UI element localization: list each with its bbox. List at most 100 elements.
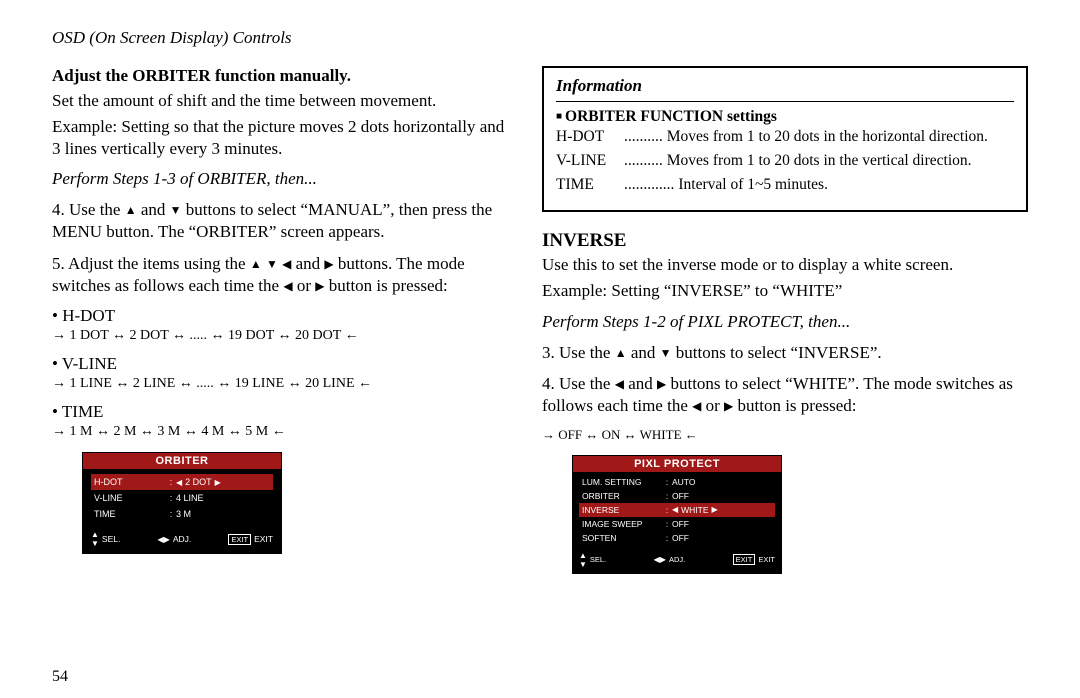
right-arrow-icon	[724, 398, 733, 413]
down-arrow-icon	[660, 345, 672, 360]
footer-adj: ADJ.	[173, 534, 191, 544]
osd-value-text: 2 DOT	[185, 477, 212, 487]
osd-row-label: ORBITER	[582, 491, 662, 501]
info-row: TIME.............Interval of 1~5 minutes…	[556, 176, 1014, 194]
exit-icon: EXIT	[228, 534, 251, 545]
colon: :	[662, 477, 672, 487]
osd-pixl-footer: ▲▼SEL. ◀▶ADJ. EXITEXIT	[573, 547, 781, 573]
step4-text-a: 4. Use the	[52, 200, 125, 219]
left-arrow-icon	[692, 398, 701, 413]
osd-value-text: 4 LINE	[176, 493, 204, 503]
left-arrow-icon: ◀	[672, 505, 678, 514]
colon: :	[166, 509, 176, 519]
osd-pixlprotect-menu: PIXL PROTECT LUM. SETTING:AUTOORBITER:OF…	[572, 455, 782, 574]
step-4: 4. Use the and buttons to select “MANUAL…	[52, 199, 512, 243]
inverse-title: INVERSE	[542, 230, 1028, 252]
colon: :	[166, 477, 176, 487]
osd-value-text: AUTO	[672, 477, 695, 487]
osd-pixl-body: LUM. SETTING:AUTOORBITER:OFFINVERSE:◀WHI…	[573, 472, 781, 547]
osd-row-value: 3 M	[176, 509, 270, 519]
up-arrow-icon	[125, 202, 137, 217]
r-step4b: and	[624, 374, 657, 393]
perform-instruction-2: Perform Steps 1-2 of PIXL PROTECT, then.…	[542, 312, 1028, 332]
osd-row-value: ◀2 DOT▶	[176, 477, 270, 487]
inverse-cycle: → OFF ↔ ON ↔ WHITE ←	[542, 427, 1028, 443]
osd-value-text: WHITE	[681, 505, 708, 515]
updown-arrows-icon: ▲▼	[91, 530, 99, 548]
r-step4a: 4. Use the	[542, 374, 615, 393]
osd-row-label: IMAGE SWEEP	[582, 519, 662, 529]
info-rows: H-DOT..........Moves from 1 to 20 dots i…	[556, 128, 1014, 194]
osd-row-value: ◀WHITE▶	[672, 505, 772, 515]
r-step3b: and	[627, 343, 660, 362]
osd-row-label: LUM. SETTING	[582, 477, 662, 487]
info-row: V-LINE..........Moves from 1 to 20 dots …	[556, 152, 1014, 170]
time-label: • TIME	[52, 402, 512, 422]
left-column: Adjust the ORBITER function manually. Se…	[52, 66, 512, 574]
inverse-p1: Use this to set the inverse mode or to d…	[542, 254, 1028, 276]
two-columns: Adjust the ORBITER function manually. Se…	[52, 66, 1028, 574]
info-head: Information	[556, 76, 1014, 102]
info-row-dots: ..........	[624, 152, 663, 170]
info-row-label: TIME	[556, 176, 624, 194]
left-arrow-icon: ◀	[176, 478, 182, 487]
vline-label: • V-LINE	[52, 354, 512, 374]
hdot-cycle: → 1 DOT ↔ 2 DOT ↔ ..... ↔ 19 DOT ↔ 20 DO…	[52, 328, 512, 344]
osd-value-text: OFF	[672, 491, 689, 501]
colon: :	[662, 491, 672, 501]
bullet-time: • TIME → 1 M ↔ 2 M ↔ 3 M ↔ 4 M ↔ 5 M ←	[52, 402, 512, 440]
info-row-label: H-DOT	[556, 128, 624, 146]
osd-orbiter-menu: ORBITER H-DOT:◀2 DOT▶V-LINE:4 LINETIME:3…	[82, 452, 282, 554]
left-arrow-icon	[282, 256, 291, 271]
page-number: 54	[52, 668, 68, 686]
left-arrow-icon	[283, 278, 292, 293]
osd-value-text: OFF	[672, 519, 689, 529]
vline-cycle: → 1 LINE ↔ 2 LINE ↔ ..... ↔ 19 LINE ↔ 20…	[52, 376, 512, 392]
up-arrow-icon	[615, 345, 627, 360]
colon: :	[166, 493, 176, 503]
osd-row-label: V-LINE	[94, 493, 166, 503]
down-arrow-icon	[170, 202, 182, 217]
osd-orbiter-body: H-DOT:◀2 DOT▶V-LINE:4 LINETIME:3 M	[83, 469, 281, 525]
osd-row-value: OFF	[672, 519, 772, 529]
colon: :	[662, 505, 672, 515]
footer-adj: ADJ.	[669, 555, 685, 564]
osd-orbiter-footer: ▲▼SEL. ◀▶ADJ. EXITEXIT	[83, 525, 281, 553]
osd-row-value: AUTO	[672, 477, 772, 487]
exit-icon: EXIT	[733, 554, 756, 565]
info-row-dots: .............	[624, 176, 674, 194]
osd-row: ORBITER:OFF	[579, 489, 775, 503]
info-settings-title: ■ORBITER FUNCTION settings	[556, 108, 1014, 126]
info-row-desc: Interval of 1~5 minutes.	[678, 176, 1014, 194]
information-box: Information ■ORBITER FUNCTION settings H…	[542, 66, 1028, 212]
updown-arrows-icon: ▲▼	[579, 551, 587, 569]
right-arrow-icon	[657, 376, 666, 391]
step4-text-b: and	[137, 200, 170, 219]
square-bullet-icon: ■	[556, 111, 562, 122]
osd-orbiter-title: ORBITER	[83, 453, 281, 469]
r-step3a: 3. Use the	[542, 343, 615, 362]
info-row-desc: Moves from 1 to 20 dots in the vertical …	[667, 152, 1014, 170]
intro-2: Example: Setting so that the picture mov…	[52, 116, 512, 160]
bullet-vline: • V-LINE → 1 LINE ↔ 2 LINE ↔ ..... ↔ 19 …	[52, 354, 512, 392]
down-arrow-icon	[266, 256, 278, 271]
colon: :	[662, 533, 672, 543]
osd-row-label: SOFTEN	[582, 533, 662, 543]
hdot-label: • H-DOT	[52, 306, 512, 326]
up-arrow-icon	[250, 256, 262, 271]
info-row-label: V-LINE	[556, 152, 624, 170]
osd-row: V-LINE:4 LINE	[91, 490, 273, 506]
osd-row-label: INVERSE	[582, 505, 662, 515]
osd-row: IMAGE SWEEP:OFF	[579, 517, 775, 531]
step5-text-e: button is pressed:	[324, 276, 447, 295]
osd-row: H-DOT:◀2 DOT▶	[91, 474, 273, 490]
intro-1: Set the amount of shift and the time bet…	[52, 90, 512, 112]
osd-row-value: 4 LINE	[176, 493, 270, 503]
r-step4e: button is pressed:	[733, 396, 856, 415]
page-header: OSD (On Screen Display) Controls	[52, 28, 1028, 48]
step-3-right: 3. Use the and buttons to select “INVERS…	[542, 342, 1028, 364]
step5-text-d: or	[293, 276, 316, 295]
info-row-dots: ..........	[624, 128, 663, 146]
info-row-desc: Moves from 1 to 20 dots in the horizonta…	[667, 128, 1014, 146]
right-arrow-icon	[324, 256, 333, 271]
